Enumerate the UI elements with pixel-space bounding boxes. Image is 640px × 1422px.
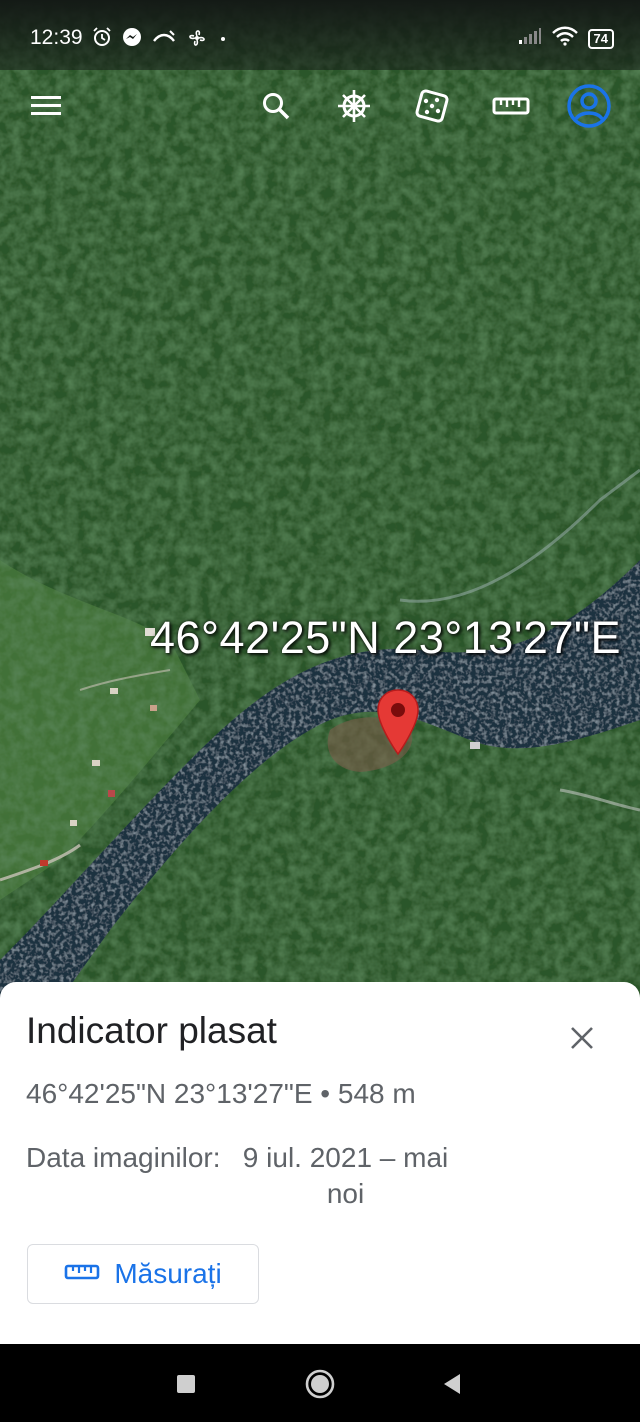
wifi-icon: [551, 26, 578, 51]
back-icon[interactable]: [434, 1366, 470, 1402]
placemark-sheet: Indicator plasat 46°42'25"N 23°13'27"E •…: [0, 982, 640, 1344]
recents-icon[interactable]: [168, 1366, 204, 1402]
signal-icon: [518, 27, 542, 50]
search-icon[interactable]: [250, 80, 302, 132]
ruler-icon[interactable]: [485, 80, 537, 132]
status-time: 12:39: [30, 26, 83, 49]
placemark-coordinates: 46°42'25"N 23°13'27"E • 548 m: [26, 1078, 416, 1109]
imagery-date-label: Data imaginilor:: [26, 1142, 221, 1173]
account-icon[interactable]: [563, 80, 615, 132]
imagery-date: Data imaginilor: 9 iul. 2021 – mai noi: [26, 1140, 471, 1212]
top-toolbar: [0, 80, 640, 134]
battery-icon: 74: [587, 28, 614, 49]
imagery-date-value: 9 iul. 2021 – mai noi: [242, 1142, 449, 1209]
status-bar: 12:39 74: [0, 0, 640, 70]
measure-button[interactable]: Măsurați: [27, 1244, 259, 1304]
close-icon[interactable]: [562, 1018, 602, 1058]
ruler-icon: [64, 1262, 100, 1287]
menu-icon[interactable]: [20, 80, 72, 132]
alarm-icon: [92, 27, 112, 55]
voyager-wheel-icon[interactable]: [328, 80, 380, 132]
dice-icon[interactable]: [406, 80, 458, 132]
system-nav-bar: [0, 1344, 640, 1422]
fan-icon: [186, 27, 208, 55]
satellite-map[interactable]: 46°42'25"N 23°13'27"E: [0, 0, 640, 1000]
measure-button-label: Măsurați: [114, 1258, 222, 1289]
messenger-icon: [122, 27, 142, 55]
dot-icon: [218, 27, 228, 55]
map-pin-icon[interactable]: [376, 688, 420, 761]
missed-call-icon: [152, 27, 176, 55]
map-coordinate-label: 46°42'25"N 23°13'27"E: [150, 612, 621, 663]
sheet-title: Indicator plasat: [26, 1010, 277, 1051]
satellite-imagery: [0, 0, 640, 1000]
home-icon[interactable]: [302, 1366, 338, 1402]
